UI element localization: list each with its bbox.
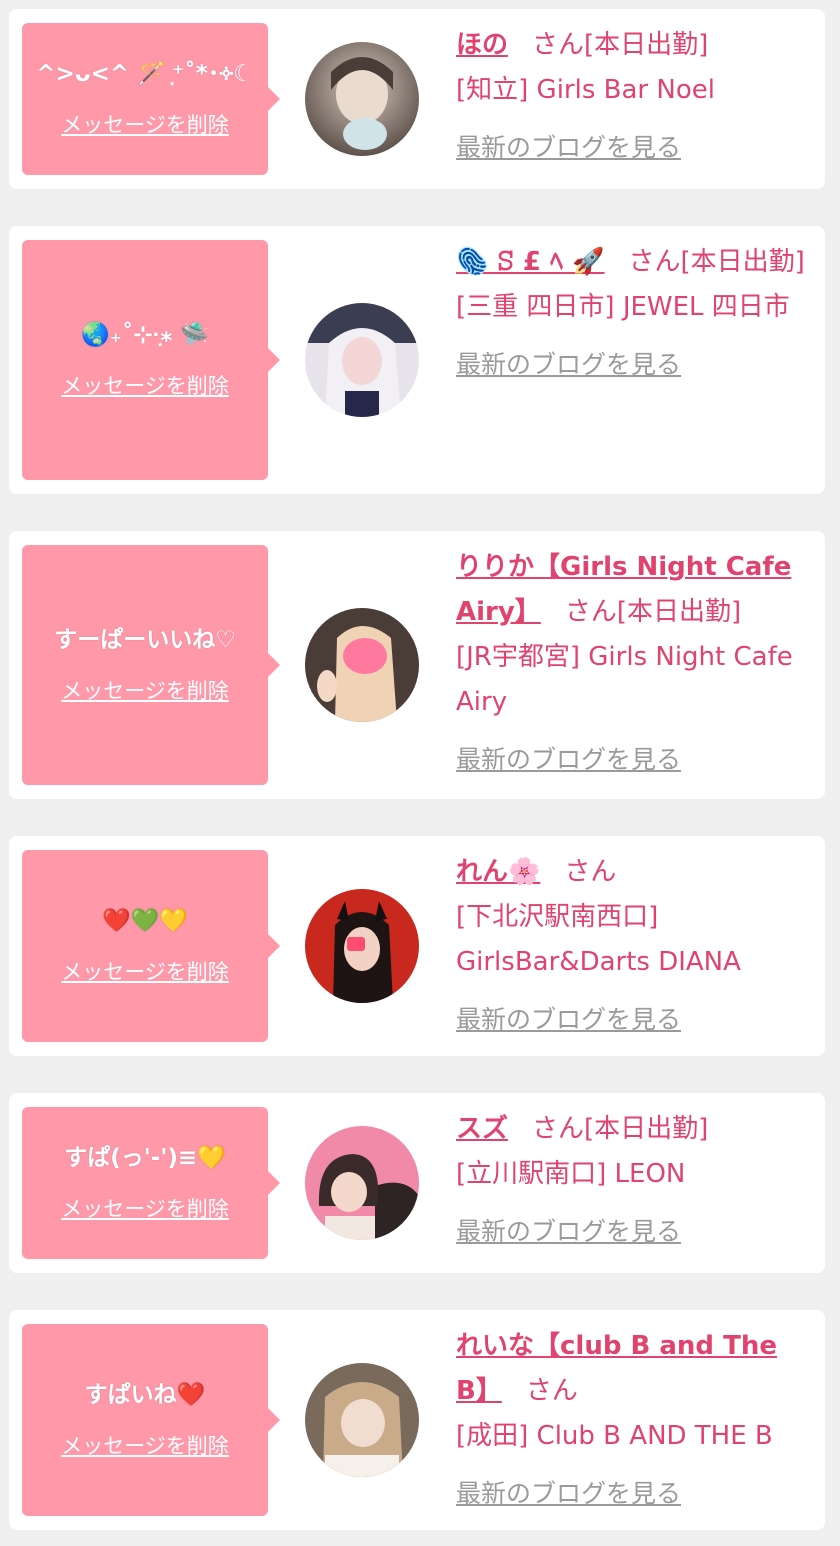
message-bubble: すぱ(っ'-')≡💛 メッセージを削除 (22, 1107, 280, 1259)
message-bubble: すぱいね❤️ メッセージを削除 (22, 1324, 280, 1516)
avatar[interactable] (305, 608, 419, 722)
avatar-image (305, 1363, 419, 1477)
cast-info: ほの さん[本日出勤] [知立] Girls Bar Noel 最新のブログを見る (456, 23, 806, 171)
avatar-image (305, 42, 419, 156)
delete-message-link[interactable]: メッセージを削除 (61, 1195, 229, 1223)
message-bubble: ❤️💚💛 メッセージを削除 (22, 850, 280, 1042)
honorific: さん (628, 247, 681, 277)
latest-blog-link[interactable]: 最新のブログを見る (456, 125, 681, 170)
latest-blog-link[interactable]: 最新のブログを見る (456, 737, 681, 782)
honorific: さん (532, 30, 585, 60)
honorific: さん (532, 1114, 585, 1144)
latest-blog-link[interactable]: 最新のブログを見る (456, 1209, 681, 1254)
cast-heading: ほの さん[本日出勤] (456, 23, 806, 68)
cast-name-link[interactable]: 🫆 ꕶ £ ﾍ 🚀 (456, 247, 605, 277)
cast-name-link[interactable]: ほの (456, 30, 508, 60)
cast-name-link[interactable]: れいな【club B and The B】 (456, 1331, 777, 1406)
cast-info: れん🌸 さん [下北沢駅南西口] GirlsBar&Darts DIANA 最新の… (456, 850, 806, 1043)
cast-info: スズ さん[本日出勤] [立川駅南口] LEON 最新のブログを見る (456, 1107, 806, 1255)
avatar-image (305, 1126, 419, 1240)
shop-name: [三重 四日市] JEWEL 四日市 (456, 292, 790, 322)
latest-blog-link[interactable]: 最新のブログを見る (456, 997, 681, 1042)
avatar[interactable] (305, 303, 419, 417)
cast-info: 🫆 ꕶ £ ﾍ 🚀 さん[本日出勤] [三重 四日市] JEWEL 四日市 最新の… (456, 240, 806, 388)
message-text: すーぱーいいね♡ (54, 627, 236, 653)
list-item: ^>ᴗ<^ 🪄 ͙⁺˚*･༓☾ メッセージを削除 ほの さん[本日出勤] [知立]… (9, 9, 825, 189)
cast-heading: れん🌸 さん (456, 850, 806, 895)
cast-heading: 🫆 ꕶ £ ﾍ 🚀 さん[本日出勤] (456, 240, 806, 285)
message-text: ^>ᴗ<^ 🪄 ͙⁺˚*･༓☾ (36, 61, 254, 87)
delete-message-link[interactable]: メッセージを削除 (61, 677, 229, 705)
cast-heading: れいな【club B and The B】 さん (456, 1324, 806, 1414)
shop-name: [JR宇都宮] Girls Night Cafe Airy (456, 642, 793, 717)
attendance-status: [本日出勤] (584, 1114, 709, 1144)
message-text: ❤️💚💛 (102, 908, 188, 934)
delete-message-link[interactable]: メッセージを削除 (61, 958, 229, 986)
message-bubble: すーぱーいいね♡ メッセージを削除 (22, 545, 280, 785)
cast-heading: りりか【Girls Night Cafe Airy】 さん[本日出勤] (456, 545, 806, 635)
message-bubble: ^>ᴗ<^ 🪄 ͙⁺˚*･༓☾ メッセージを削除 (22, 23, 280, 175)
list-item: すぱ(っ'-')≡💛 メッセージを削除 スズ さん[本日出勤] [立川駅南口] L… (9, 1093, 825, 1273)
shop-name: [下北沢駅南西口] GirlsBar&Darts DIANA (456, 902, 741, 977)
message-bubble: 🌏₊˚⊹·͙⁎ 🛸 メッセージを削除 (22, 240, 280, 480)
avatar[interactable] (305, 1126, 419, 1240)
cast-name-link[interactable]: スズ (456, 1114, 508, 1144)
honorific: さん (564, 597, 617, 627)
message-text: すぱいね❤️ (84, 1382, 206, 1408)
attendance-status: [本日出勤] (584, 30, 709, 60)
avatar-image (305, 608, 419, 722)
list-item: すぱいね❤️ メッセージを削除 れいな【club B and The B】 さん … (9, 1310, 825, 1530)
avatar[interactable] (305, 1363, 419, 1477)
shop-name: [立川駅南口] LEON (456, 1159, 686, 1189)
avatar[interactable] (305, 889, 419, 1003)
attendance-status: [本日出勤] (680, 247, 805, 277)
honorific: さん (564, 857, 617, 887)
cast-heading: スズ さん[本日出勤] (456, 1107, 806, 1152)
cast-info: れいな【club B and The B】 さん [成田] Club B AND … (456, 1324, 806, 1517)
list-item: 🌏₊˚⊹·͙⁎ 🛸 メッセージを削除 🫆 ꕶ £ ﾍ 🚀 さん[本日出勤] [三重… (9, 226, 825, 494)
message-text: すぱ(っ'-')≡💛 (64, 1145, 226, 1171)
list-item: ❤️💚💛 メッセージを削除 れん🌸 さん [下北沢駅南西口] GirlsBar&D… (9, 836, 825, 1056)
list-item: すーぱーいいね♡ メッセージを削除 りりか【Girls Night Cafe A… (9, 531, 825, 799)
cast-info: りりか【Girls Night Cafe Airy】 さん[本日出勤] [JR宇都… (456, 545, 806, 783)
attendance-status: [本日出勤] (616, 597, 742, 627)
delete-message-link[interactable]: メッセージを削除 (61, 372, 229, 400)
shop-name: [成田] Club B AND THE B (456, 1421, 773, 1451)
avatar-image (305, 889, 419, 1003)
shop-name: [知立] Girls Bar Noel (456, 75, 715, 105)
honorific: さん (525, 1376, 578, 1406)
avatar[interactable] (305, 42, 419, 156)
cast-name-link[interactable]: れん🌸 (456, 857, 540, 887)
latest-blog-link[interactable]: 最新のブログを見る (456, 1471, 681, 1516)
latest-blog-link[interactable]: 最新のブログを見る (456, 342, 681, 387)
delete-message-link[interactable]: メッセージを削除 (61, 111, 229, 139)
avatar-image (305, 303, 419, 417)
delete-message-link[interactable]: メッセージを削除 (61, 1432, 229, 1460)
message-text: 🌏₊˚⊹·͙⁎ 🛸 (81, 322, 209, 348)
